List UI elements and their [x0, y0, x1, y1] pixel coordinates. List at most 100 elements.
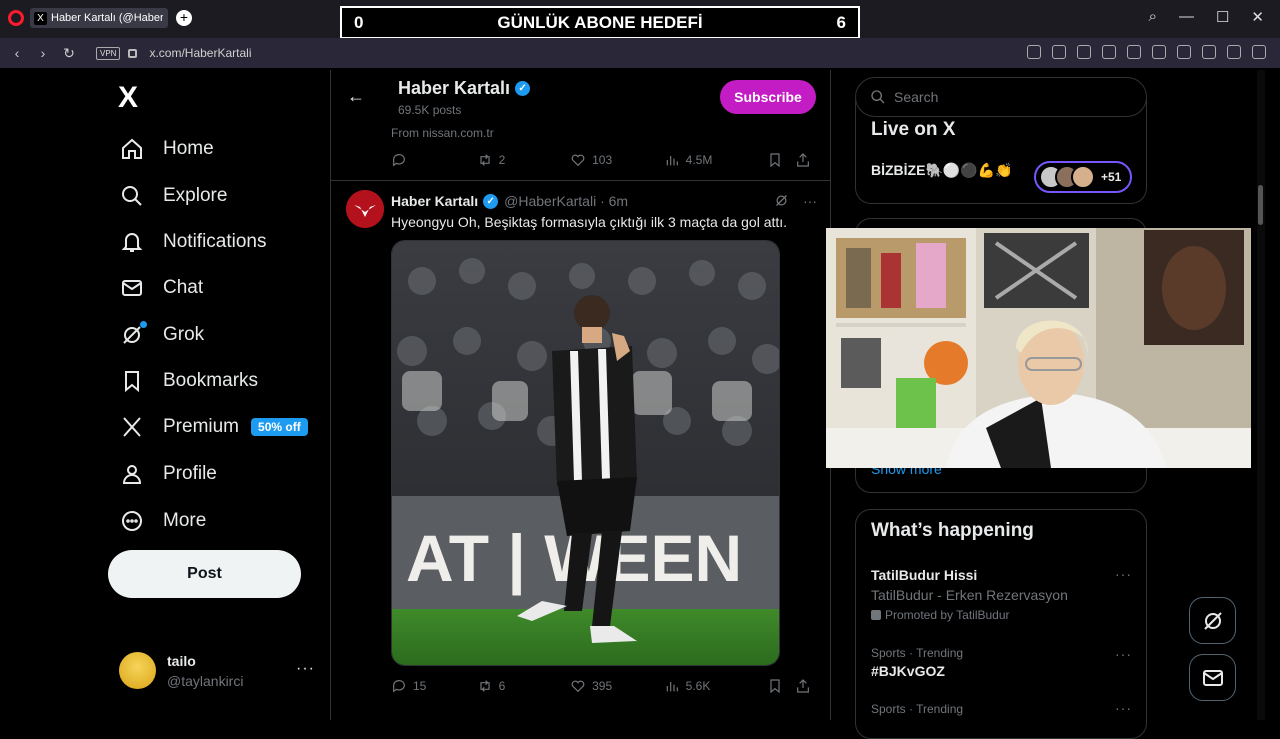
- prev-tweet-actions: 2 103 4.5M: [391, 152, 811, 168]
- vpn-badge[interactable]: VPN: [96, 46, 121, 60]
- share-button[interactable]: [795, 678, 811, 694]
- new-tab-button[interactable]: +: [176, 10, 192, 26]
- translate-icon[interactable]: [1102, 45, 1116, 59]
- reply-count: 15: [413, 679, 427, 693]
- user-handle[interactable]: @taylankirci: [167, 673, 243, 689]
- tweet-author[interactable]: Haber Kartalı ✓ @HaberKartali · 6m: [391, 193, 628, 209]
- profile-name-text: Haber Kartalı: [398, 78, 511, 98]
- bookmark-icon: [770, 153, 780, 168]
- like-button[interactable]: 103: [570, 152, 664, 168]
- views-button[interactable]: 5.6K: [664, 678, 767, 694]
- bookmark-button[interactable]: [767, 152, 795, 168]
- live-listeners-pill[interactable]: +51: [1034, 161, 1132, 193]
- like-count: 103: [592, 153, 613, 167]
- trend-promoted-by[interactable]: Promoted by TatilBudur: [871, 608, 1010, 622]
- user-name[interactable]: tailo: [167, 653, 196, 669]
- bookmark-icon: [118, 367, 146, 395]
- tweet-divider: [331, 180, 830, 181]
- page-scrollbar[interactable]: [1257, 70, 1265, 720]
- back-arrow-icon[interactable]: ←: [347, 86, 365, 107]
- trend-more-button[interactable]: ···: [1115, 700, 1132, 716]
- nav-bookmarks[interactable]: Bookmarks: [118, 367, 258, 395]
- maximize-button[interactable]: ☐: [1216, 8, 1229, 26]
- browser-tab[interactable]: X Haber Kartalı (@HaberKar: [30, 8, 168, 28]
- nav-grok[interactable]: Grok: [118, 321, 204, 349]
- forward-button[interactable]: ›: [30, 45, 56, 61]
- nav-premium[interactable]: Premium 50% off: [118, 413, 308, 441]
- x-logo-icon[interactable]: X: [118, 82, 148, 114]
- nav-bookmarks-label: Bookmarks: [163, 370, 259, 391]
- back-button[interactable]: ‹: [4, 45, 30, 61]
- retweet-button[interactable]: 2: [477, 152, 571, 168]
- reply-icon: [393, 680, 405, 693]
- account-menu-button[interactable]: ···: [296, 660, 315, 678]
- tweet-photo[interactable]: AT | WEEN: [391, 240, 780, 666]
- verified-badge-icon: ✓: [483, 193, 499, 209]
- tweet-handle-time[interactable]: @HaberKartali · 6m: [504, 193, 628, 209]
- card-source[interactable]: From nissan.com.tr: [391, 126, 494, 140]
- snapshot-icon[interactable]: [1027, 45, 1041, 59]
- close-window-button[interactable]: ✕: [1251, 8, 1264, 26]
- browser-search-icon[interactable]: ⌕: [1149, 8, 1157, 26]
- trend-context: Sports · Trending: [871, 702, 964, 716]
- nav-home-label: Home: [163, 138, 214, 159]
- cube-icon[interactable]: [1252, 45, 1266, 59]
- account-icon[interactable]: [1227, 45, 1241, 59]
- nav-chat[interactable]: Chat: [118, 274, 203, 302]
- lock-icon[interactable]: [128, 48, 138, 58]
- camera-icon[interactable]: [1052, 45, 1066, 59]
- views-button[interactable]: 4.5M: [664, 152, 767, 168]
- extension-toolbar: [1027, 45, 1266, 59]
- subscribe-button[interactable]: Subscribe: [720, 80, 816, 114]
- retweet-icon: [479, 154, 490, 166]
- grok-explain-icon[interactable]: [774, 193, 789, 211]
- premium-discount-badge: 50% off: [251, 418, 308, 436]
- grok-floating-button[interactable]: [1189, 597, 1236, 644]
- tweet-author-name[interactable]: Haber Kartalı: [391, 193, 478, 209]
- search-input[interactable]: Search: [855, 77, 1147, 117]
- nav-profile[interactable]: Profile: [118, 460, 217, 488]
- share-button[interactable]: [795, 152, 811, 168]
- trend-more-button[interactable]: ···: [1115, 566, 1132, 582]
- nav-explore[interactable]: Explore: [118, 182, 227, 210]
- nav-more[interactable]: More: [118, 507, 206, 535]
- easy-setup-icon[interactable]: [1202, 45, 1216, 59]
- promoted-icon: [871, 610, 881, 620]
- more-circle-icon: [118, 507, 146, 535]
- like-button[interactable]: 395: [570, 678, 664, 694]
- reply-button[interactable]: [391, 152, 477, 168]
- adblock-icon[interactable]: [1077, 45, 1091, 59]
- scrollbar-thumb[interactable]: [1258, 185, 1263, 225]
- trend-title[interactable]: #BJKvGOZ: [871, 663, 945, 679]
- url-field[interactable]: x.com/HaberKartali: [149, 46, 251, 60]
- trend-promoted-title[interactable]: TatilBudur Hissi: [871, 567, 977, 583]
- tweet-more-button[interactable]: ···: [803, 193, 817, 211]
- trend-promoted-subtitle[interactable]: TatilBudur - Erken Rezervasyon: [871, 587, 1068, 603]
- reload-button[interactable]: ↻: [56, 45, 82, 62]
- webcam-feed-image: [826, 228, 1251, 468]
- nav-home[interactable]: Home: [118, 135, 214, 163]
- listener-avatar: [1071, 165, 1095, 189]
- messages-floating-button[interactable]: [1189, 654, 1236, 701]
- post-button[interactable]: Post: [108, 550, 301, 598]
- retweet-count: 2: [498, 153, 506, 167]
- mail-icon: [1202, 669, 1223, 686]
- bookmark-icon: [770, 679, 780, 694]
- profile-post-count: 69.5K posts: [398, 103, 462, 117]
- retweet-button[interactable]: 6: [477, 678, 571, 694]
- download-icon[interactable]: [1177, 45, 1191, 59]
- nav-more-label: More: [163, 510, 207, 531]
- user-avatar[interactable]: [119, 652, 156, 689]
- window-controls: ⌕ — ☐ ✕: [1149, 8, 1264, 26]
- nav-notifications[interactable]: Notifications: [118, 228, 267, 256]
- trend-more-button[interactable]: ···: [1115, 646, 1132, 662]
- tweet-author-avatar[interactable]: [346, 190, 384, 228]
- goal-current-count: 0: [354, 12, 364, 32]
- opera-logo-icon[interactable]: [8, 10, 24, 26]
- heart-icon[interactable]: [1152, 45, 1166, 59]
- bookmark-button[interactable]: [767, 678, 795, 694]
- live-space-name[interactable]: BİZBİZE🐘⚪⚫💪👏: [871, 162, 1013, 179]
- minimize-button[interactable]: —: [1179, 8, 1194, 26]
- reply-button[interactable]: 15: [391, 678, 477, 694]
- player-icon[interactable]: [1127, 45, 1141, 59]
